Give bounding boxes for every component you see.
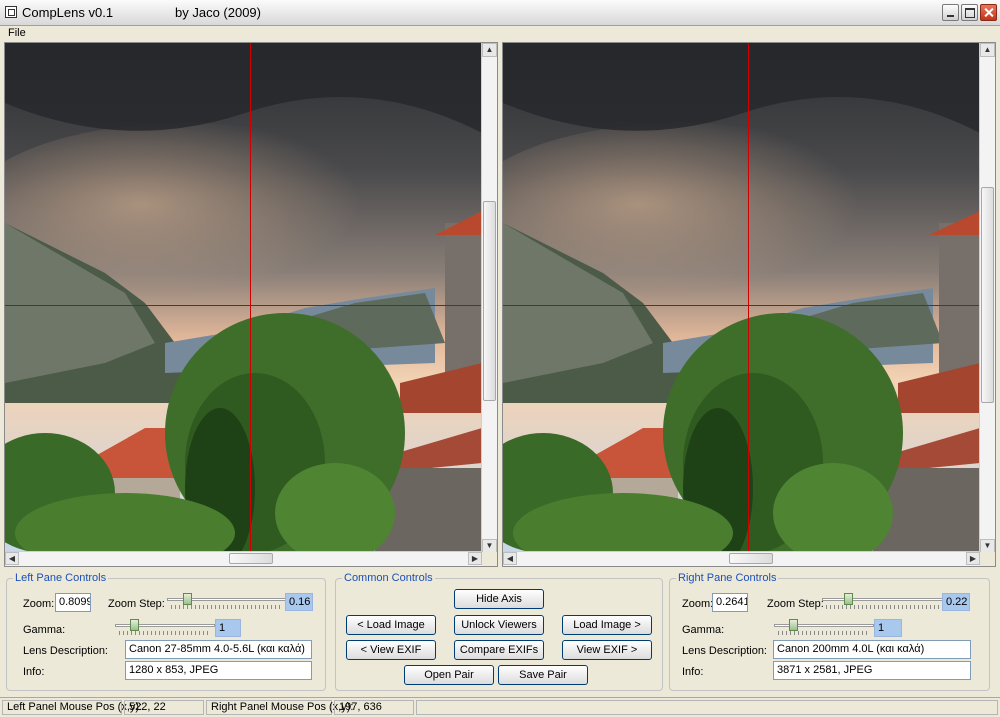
crosshair-horizontal xyxy=(503,305,980,306)
zoom-field[interactable]: 0.26413 xyxy=(712,593,748,612)
scroll-thumb[interactable] xyxy=(729,553,773,564)
unlock-viewers-button[interactable]: Unlock Viewers xyxy=(454,615,544,635)
zoom-step-label: Zoom Step: xyxy=(767,598,824,610)
zoom-step-slider[interactable] xyxy=(822,593,944,613)
menu-file[interactable]: File xyxy=(8,27,26,39)
view-right-exif-button[interactable]: View EXIF > xyxy=(562,640,652,660)
window-author: by Jaco (2009) xyxy=(175,5,261,20)
load-left-image-button[interactable]: < Load Image xyxy=(346,615,436,635)
right-mouse-pos-value: 197, 636 xyxy=(334,700,414,715)
minimize-icon[interactable] xyxy=(942,4,959,21)
close-icon[interactable] xyxy=(980,4,997,21)
zoom-step-value: 0.22 xyxy=(942,593,970,611)
slider-thumb[interactable] xyxy=(130,619,139,631)
lens-description-label: Lens Description: xyxy=(682,645,767,657)
right-photo xyxy=(503,43,980,553)
slider-thumb[interactable] xyxy=(844,593,853,605)
zoom-step-label: Zoom Step: xyxy=(108,598,165,610)
group-title: Right Pane Controls xyxy=(676,572,779,584)
lens-description-field[interactable]: Canon 200mm 4.0L (και καλά) xyxy=(773,640,971,659)
zoom-label: Zoom: xyxy=(682,598,714,610)
left-image-viewer[interactable]: ▲ ▼ ◀ ▶ xyxy=(4,42,498,567)
status-filler xyxy=(416,700,998,715)
left-pane-controls: Left Pane Controls Zoom: 0.80999 Zoom St… xyxy=(6,572,326,691)
crosshair-vertical xyxy=(250,43,251,553)
gamma-slider[interactable] xyxy=(774,619,874,639)
horizontal-scrollbar[interactable]: ◀ ▶ xyxy=(503,551,980,566)
slider-thumb[interactable] xyxy=(183,593,192,605)
arrow-down-icon[interactable]: ▼ xyxy=(980,539,995,553)
left-mouse-pos-value: 522, 22 xyxy=(124,700,204,715)
app-icon[interactable] xyxy=(5,6,17,18)
info-label: Info: xyxy=(682,666,704,678)
horizontal-scrollbar[interactable]: ◀ ▶ xyxy=(5,551,482,566)
arrow-left-icon[interactable]: ◀ xyxy=(503,552,517,565)
group-title: Left Pane Controls xyxy=(13,572,109,584)
gamma-value: 1 xyxy=(874,619,902,637)
arrow-left-icon[interactable]: ◀ xyxy=(5,552,19,565)
group-title: Common Controls xyxy=(342,572,435,584)
menu-bar: File xyxy=(0,26,1000,42)
info-field: 3871 x 2581, JPEG xyxy=(773,661,971,680)
open-pair-button[interactable]: Open Pair xyxy=(404,665,494,685)
slider-thumb[interactable] xyxy=(789,619,798,631)
left-photo xyxy=(5,43,482,553)
maximize-icon[interactable] xyxy=(961,4,978,21)
arrow-up-icon[interactable]: ▲ xyxy=(482,43,497,57)
zoom-label: Zoom: xyxy=(23,598,55,610)
status-bar: Left Panel Mouse Pos (x,y): 522, 22 Righ… xyxy=(0,697,1000,717)
save-pair-button[interactable]: Save Pair xyxy=(498,665,588,685)
scroll-thumb[interactable] xyxy=(229,553,273,564)
scroll-corner xyxy=(482,552,497,566)
scroll-thumb[interactable] xyxy=(981,187,994,403)
gamma-label: Gamma: xyxy=(23,624,66,636)
load-right-image-button[interactable]: Load Image > xyxy=(562,615,652,635)
arrow-up-icon[interactable]: ▲ xyxy=(980,43,995,57)
title-bar: CompLens v0.1 by Jaco (2009) xyxy=(0,0,1000,26)
window-title: CompLens v0.1 xyxy=(22,5,114,20)
zoom-field[interactable]: 0.80999 xyxy=(55,593,91,612)
hide-axis-button[interactable]: Hide Axis xyxy=(454,589,544,609)
common-controls: Common Controls Hide Axis < Load Image U… xyxy=(335,572,663,691)
left-mouse-pos-label: Left Panel Mouse Pos (x,y): xyxy=(2,700,142,715)
arrow-right-icon[interactable]: ▶ xyxy=(468,552,482,565)
crosshair-vertical xyxy=(748,43,749,553)
right-image-viewer[interactable]: ▲ ▼ ◀ ▶ xyxy=(502,42,996,567)
gamma-label: Gamma: xyxy=(682,624,725,636)
info-field: 1280 x 853, JPEG xyxy=(125,661,312,680)
vertical-scrollbar[interactable]: ▲ ▼ xyxy=(481,43,497,553)
zoom-step-slider[interactable] xyxy=(167,593,287,613)
view-left-exif-button[interactable]: < View EXIF xyxy=(346,640,436,660)
compare-exifs-button[interactable]: Compare EXIFs xyxy=(454,640,544,660)
vertical-scrollbar[interactable]: ▲ ▼ xyxy=(979,43,995,553)
crosshair-horizontal xyxy=(5,305,482,306)
lens-description-label: Lens Description: xyxy=(23,645,108,657)
arrow-down-icon[interactable]: ▼ xyxy=(482,539,497,553)
scroll-thumb[interactable] xyxy=(483,201,496,401)
arrow-right-icon[interactable]: ▶ xyxy=(966,552,980,565)
right-mouse-pos-label: Right Panel Mouse Pos (x,y): xyxy=(206,700,353,715)
gamma-slider[interactable] xyxy=(115,619,215,639)
scroll-corner xyxy=(980,552,995,566)
right-pane-controls: Right Pane Controls Zoom: 0.26413 Zoom S… xyxy=(669,572,990,691)
gamma-value: 1 xyxy=(215,619,241,637)
lens-description-field[interactable]: Canon 27-85mm 4.0-5.6L (και καλά) xyxy=(125,640,312,659)
info-label: Info: xyxy=(23,666,45,678)
zoom-step-value: 0.16 xyxy=(285,593,313,611)
